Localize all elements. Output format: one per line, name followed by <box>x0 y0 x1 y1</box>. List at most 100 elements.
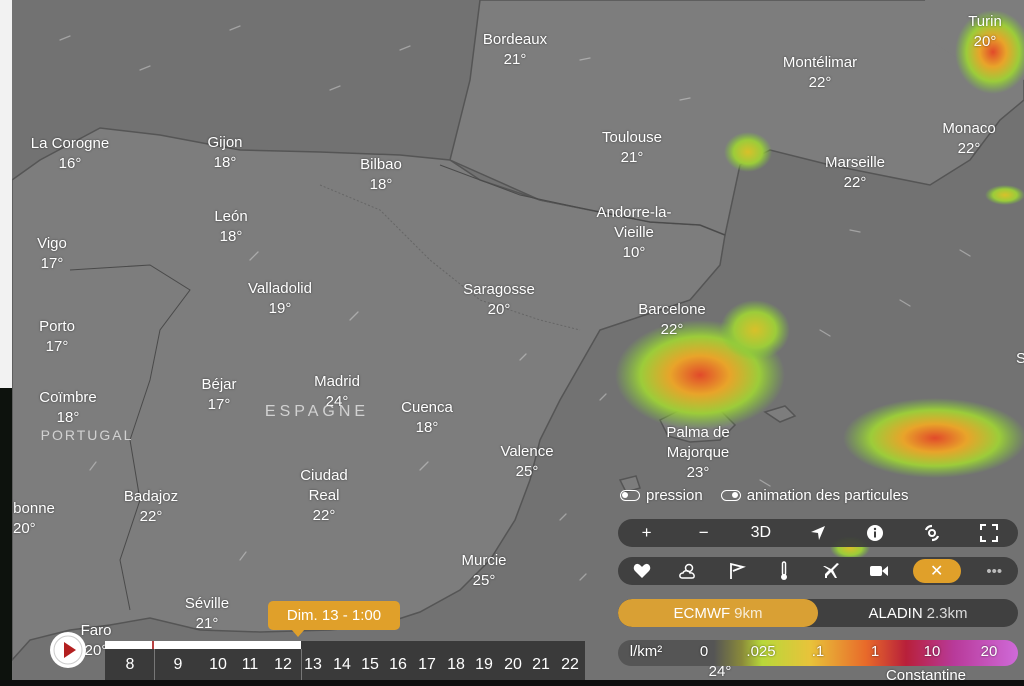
timeline-hour[interactable]: 11 <box>242 656 259 674</box>
zoom-in-button[interactable]: + <box>633 521 661 545</box>
city-temp: 17° <box>45 338 69 355</box>
timeline-hour[interactable]: 15 <box>361 656 379 674</box>
model-ecmwf-button[interactable]: ECMWF 9km <box>618 599 818 627</box>
city-label-marseille[interactable]: Marseille 22° <box>825 153 885 193</box>
timeline-hour[interactable]: 8 <box>126 656 135 674</box>
city-label-montelimar[interactable]: Montélimar 22° <box>783 53 857 93</box>
legend-value: 1 <box>870 643 880 660</box>
flag-button[interactable] <box>723 559 751 583</box>
city-label-constantine[interactable]: Constantine <box>886 666 966 686</box>
city-temp: 10° <box>622 244 646 261</box>
timeline-tooltip: Dim. 13 - 1:00 <box>268 601 400 630</box>
city-label-monaco[interactable]: Monaco 22° <box>942 119 995 159</box>
timeline-hour[interactable]: 14 <box>333 656 351 674</box>
city-name: Coïmbre <box>39 389 97 406</box>
legend-value: 20 <box>980 643 998 660</box>
model-aladin-button[interactable]: ALADIN 2.3km <box>818 599 1018 627</box>
city-label-badajoz[interactable]: Badajoz 22° <box>124 487 178 527</box>
timeline-now-marker <box>152 641 154 649</box>
model-resolution: 2.3km <box>926 604 968 622</box>
timeline-hour[interactable]: 10 <box>209 656 227 674</box>
timeline-hour[interactable]: 13 <box>304 656 322 674</box>
timeline-hour[interactable]: 21 <box>532 656 550 674</box>
city-label-ciudad-real[interactable]: Ciudad Real 22° <box>289 466 359 526</box>
city-name: Porto <box>39 318 75 335</box>
webcam-button[interactable] <box>865 559 893 583</box>
3d-button[interactable]: 3D <box>747 521 775 545</box>
timeline-hour[interactable]: 9 <box>174 656 183 674</box>
video-camera-icon <box>870 566 889 576</box>
legend-unit: l/km² <box>629 643 663 660</box>
country-label-spain: ESPAGNE <box>264 403 370 420</box>
city-name: Ciudad Real <box>300 467 348 504</box>
city-label-palma[interactable]: Palma de Majorque 23° <box>648 423 748 483</box>
precipitation-legend[interactable]: l/km² 0 .025 .1 1 10 20 <box>618 640 1018 666</box>
rain-sardinia <box>843 398 1024 478</box>
city-temp: 21° <box>195 615 219 632</box>
city-label-vigo[interactable]: Vigo 17° <box>37 234 67 274</box>
city-name: Gijon <box>207 134 243 151</box>
city-label-turin[interactable]: Turin 20° <box>968 12 1002 52</box>
temperature-button[interactable] <box>770 559 798 583</box>
pressure-toggle[interactable]: pression <box>620 487 703 504</box>
timeline-hour[interactable]: 20 <box>504 656 522 674</box>
timeline[interactable]: 8 9 10 11 12 13 14 15 16 17 18 19 20 21 … <box>105 641 585 680</box>
city-name: Valladolid <box>248 280 312 297</box>
city-label-leon[interactable]: León 18° <box>214 207 247 247</box>
city-name: Montélimar <box>782 54 858 71</box>
model-selector: ECMWF 9km ALADIN 2.3km <box>618 599 1018 627</box>
info-button[interactable] <box>861 521 889 545</box>
timeline-hour[interactable]: 22 <box>561 656 579 674</box>
timeline-hour[interactable]: 17 <box>418 656 436 674</box>
city-name: Saragosse <box>463 281 535 298</box>
more-button[interactable]: ••• <box>980 559 1008 583</box>
weather-button[interactable] <box>675 559 703 583</box>
city-temp: 18° <box>213 154 237 171</box>
favorite-button[interactable] <box>628 559 656 583</box>
city-label-lisbonne[interactable]: Lisbonne 20° <box>13 499 73 539</box>
legend-value: .1 <box>811 643 825 660</box>
city-label-valladolid[interactable]: Valladolid 19° <box>248 279 312 319</box>
particles-label: animation des particules <box>746 487 909 504</box>
city-label-murcie[interactable]: Murcie 25° <box>461 551 506 591</box>
city-label-andorre[interactable]: Andorre-la-Vieille 10° <box>579 203 689 263</box>
hurricane-button[interactable] <box>918 521 946 545</box>
country-label-portugal: PORTUGAL <box>40 427 134 443</box>
city-name: Lisbonne <box>13 500 55 517</box>
particles-toggle[interactable]: animation des particules <box>720 487 909 504</box>
city-label-bejar[interactable]: Béjar 17° <box>201 375 236 415</box>
locate-button[interactable] <box>804 521 832 545</box>
close-button[interactable]: ✕ <box>912 559 961 583</box>
city-label-porto[interactable]: Porto 17° <box>39 317 75 357</box>
city-label-bordeaux[interactable]: Bordeaux 21° <box>483 30 547 70</box>
city-label-toulouse[interactable]: Toulouse 21° <box>602 128 662 168</box>
city-name: León <box>214 208 248 225</box>
hurricane-icon <box>925 524 940 542</box>
city-label-valence[interactable]: Valence 25° <box>500 442 553 482</box>
timeline-hour[interactable]: 16 <box>389 656 407 674</box>
timeline-hour[interactable]: 12 <box>274 656 292 674</box>
zoom-out-button[interactable]: − <box>690 521 718 545</box>
city-label-cuenca[interactable]: Cuenca 18° <box>401 398 453 438</box>
city-temp: 22° <box>957 140 981 157</box>
city-label-coimbre[interactable]: Coïmbre 18° <box>39 388 97 428</box>
city-label-bilbao[interactable]: Bilbao 18° <box>360 155 402 195</box>
timeline-hour[interactable]: 18 <box>447 656 465 674</box>
city-temp: 25° <box>472 572 496 589</box>
timeline-hour[interactable]: 19 <box>475 656 493 674</box>
map-toggles: pression animation des particules <box>620 487 908 504</box>
city-label-gijon[interactable]: Gijon 18° <box>207 133 242 173</box>
city-label-sa[interactable]: Sa <box>1016 349 1024 369</box>
fullscreen-button[interactable] <box>975 521 1003 545</box>
city-label-la-corogne[interactable]: La Corogne 16° <box>30 134 110 174</box>
city-label-saragosse[interactable]: Saragosse 20° <box>463 280 535 320</box>
city-label-seville[interactable]: Séville 21° <box>185 594 229 634</box>
timeline-progress <box>105 641 301 649</box>
airport-button[interactable] <box>818 559 846 583</box>
legend-value: .025 <box>746 643 776 660</box>
play-button[interactable] <box>50 632 86 668</box>
city-label-barcelone[interactable]: Barcelone 22° <box>638 300 706 340</box>
city-temp: 22° <box>843 174 867 191</box>
city-name: Constantine <box>885 667 967 684</box>
city-temp: 18° <box>415 419 439 436</box>
